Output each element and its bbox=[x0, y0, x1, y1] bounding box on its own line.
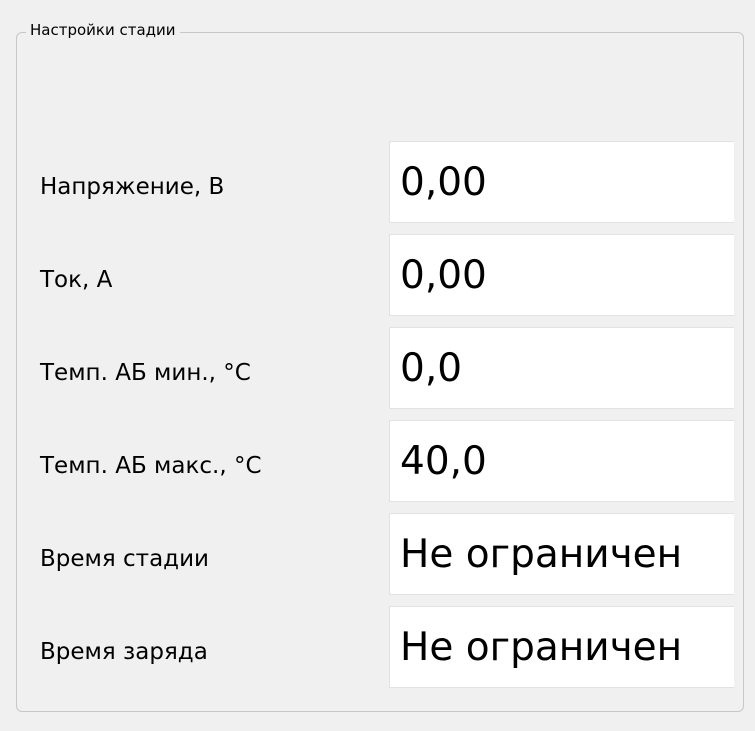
stage-time-input[interactable] bbox=[389, 513, 734, 595]
stage-settings-title: Настройки стадии bbox=[26, 20, 180, 40]
battery-temp-min-input[interactable] bbox=[389, 327, 734, 409]
battery-temp-min-label: Темп. АБ мин., °С bbox=[40, 360, 251, 386]
voltage-input[interactable] bbox=[389, 141, 734, 223]
stage-time-label: Время стадии bbox=[40, 546, 209, 572]
current-label: Ток, А bbox=[40, 267, 113, 293]
battery-temp-max-label: Темп. АБ макс., °С bbox=[40, 453, 262, 479]
voltage-label: Напряжение, В bbox=[40, 174, 225, 200]
charge-time-input[interactable] bbox=[389, 606, 734, 688]
battery-temp-max-input[interactable] bbox=[389, 420, 734, 502]
current-input[interactable] bbox=[389, 234, 734, 316]
charge-time-label: Время заряда bbox=[40, 639, 208, 665]
